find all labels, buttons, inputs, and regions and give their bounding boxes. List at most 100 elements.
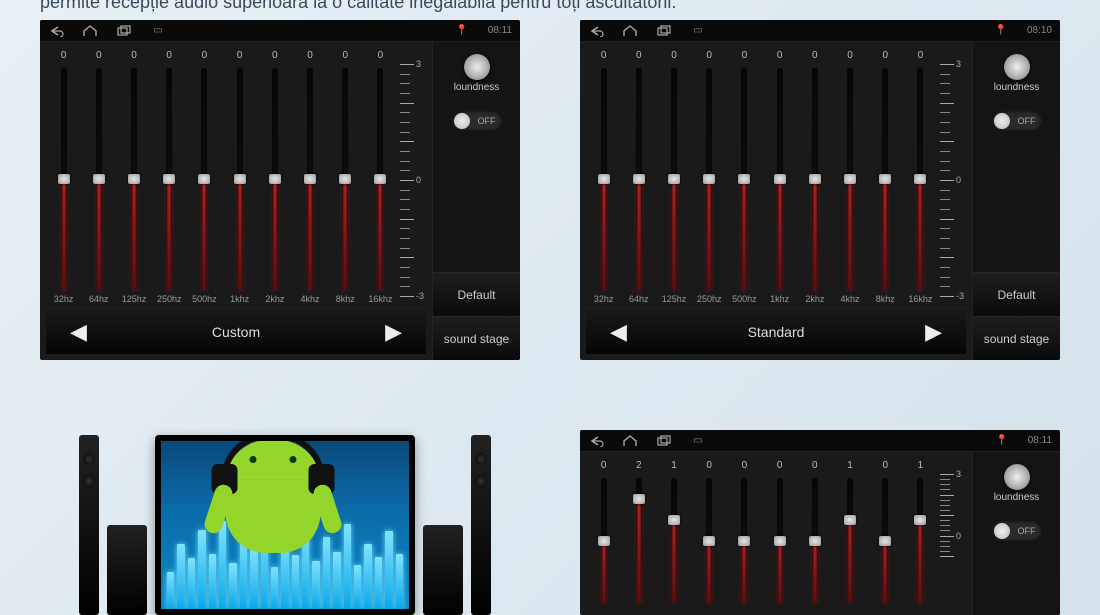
clock: 08:11 [1028,435,1052,446]
eq-slider[interactable] [292,68,327,290]
loudness-toggle[interactable]: OFF [992,111,1042,131]
loudness-knob[interactable] [464,54,490,80]
band-freq-label: 64hz [89,294,109,306]
eq-slider[interactable] [868,68,903,290]
eq-band: 0 [727,460,762,607]
band-freq-label: 125hz [122,294,147,306]
eq-slider[interactable] [797,68,832,290]
preset-next-icon[interactable]: ▶ [925,319,942,345]
eq-slider[interactable] [868,478,903,603]
eq-slider[interactable] [152,68,187,290]
eq-band: 0500hz [727,50,762,306]
eq-bands: 032hz064hz0125hz0250hz0500hz01khz02khz04… [586,50,938,308]
eq-slider[interactable] [832,68,867,290]
loudness-toggle[interactable]: OFF [992,521,1042,541]
eq-scale: 30-3 [398,50,426,308]
band-value: 0 [601,460,607,474]
eq-scale: 30 [938,460,966,609]
band-value: 0 [882,460,888,474]
eq-band: 0500hz [187,50,222,306]
eq-panel-partial: ▭ 📍 08:11 0210000101 30 loundness OFF [580,430,1060,615]
eq-slider[interactable] [656,68,691,290]
eq-slider[interactable] [692,478,727,603]
android-mascot [225,478,320,553]
recents-icon[interactable] [116,24,132,38]
back-icon[interactable] [588,24,604,38]
band-value: 0 [166,50,172,64]
scale-label: 3 [416,59,421,69]
preset-next-icon[interactable]: ▶ [385,319,402,345]
band-value: 0 [636,50,642,64]
sound-stage-button[interactable]: sound stage [973,316,1060,360]
eq-slider[interactable] [586,478,621,603]
band-freq-label: 8khz [876,294,895,306]
band-value: 0 [706,460,712,474]
eq-slider[interactable] [363,68,398,290]
eq-slider[interactable] [903,478,938,603]
band-freq-label: 500hz [192,294,217,306]
loudness-toggle[interactable]: OFF [452,111,502,131]
eq-slider[interactable] [586,68,621,290]
eq-bands: 032hz064hz0125hz0250hz0500hz01khz02khz04… [46,50,398,308]
default-button[interactable]: Default [433,272,520,316]
band-value: 0 [847,50,853,64]
eq-slider[interactable] [257,68,292,290]
scale-label: 0 [956,175,961,185]
sound-stage-button[interactable]: sound stage [433,316,520,360]
eq-band: 016khz [903,50,938,306]
eq-slider[interactable] [797,478,832,603]
band-freq-label: 16khz [908,294,932,306]
eq-slider[interactable] [222,68,257,290]
subwoofer-left [107,525,147,615]
eq-slider[interactable] [621,478,656,603]
preset-prev-icon[interactable]: ◀ [610,319,627,345]
eq-band: 02khz [257,50,292,306]
eq-slider[interactable] [46,68,81,290]
recents-icon[interactable] [656,434,672,448]
eq-slider[interactable] [762,478,797,603]
eq-band: 032hz [586,50,621,306]
band-freq-label: 32hz [594,294,614,306]
preset-prev-icon[interactable]: ◀ [70,319,87,345]
eq-band: 1 [832,460,867,607]
band-value: 0 [777,50,783,64]
default-button[interactable]: Default [973,272,1060,316]
eq-slider[interactable] [187,68,222,290]
eq-slider[interactable] [656,478,691,603]
band-freq-label: 2khz [265,294,284,306]
loudness-knob[interactable] [1004,464,1030,490]
eq-slider[interactable] [727,68,762,290]
eq-slider[interactable] [832,478,867,603]
eq-slider[interactable] [116,68,151,290]
eq-band: 0125hz [656,50,691,306]
band-value: 1 [847,460,853,474]
band-value: 0 [96,50,102,64]
location-icon: 📍 [454,24,470,38]
eq-panel-standard: ▭ 📍 08:10 032hz064hz0125hz0250hz0500hz01… [580,20,1060,360]
home-icon[interactable] [622,434,638,448]
home-icon[interactable] [82,24,98,38]
band-freq-label: 250hz [157,294,182,306]
eq-slider[interactable] [621,68,656,290]
eq-band: 0 [797,460,832,607]
back-icon[interactable] [588,434,604,448]
home-icon[interactable] [622,24,638,38]
eq-slider[interactable] [81,68,116,290]
status-bar: ▭ 📍 08:10 [580,20,1060,42]
eq-band: 064hz [621,50,656,306]
toggle-label: OFF [478,116,496,126]
back-icon[interactable] [48,24,64,38]
eq-band: 0 250hz [152,50,187,306]
speaker-left-outer [79,435,99,615]
loudness-knob[interactable] [1004,54,1030,80]
eq-slider[interactable] [692,68,727,290]
eq-slider[interactable] [727,478,762,603]
recents-icon[interactable] [656,24,672,38]
band-value: 1 [918,460,924,474]
eq-slider[interactable] [762,68,797,290]
scale-label: -3 [956,291,964,301]
app-icon: ▭ [690,24,706,38]
eq-band: 0125hz [116,50,151,306]
eq-slider[interactable] [328,68,363,290]
eq-slider[interactable] [903,68,938,290]
